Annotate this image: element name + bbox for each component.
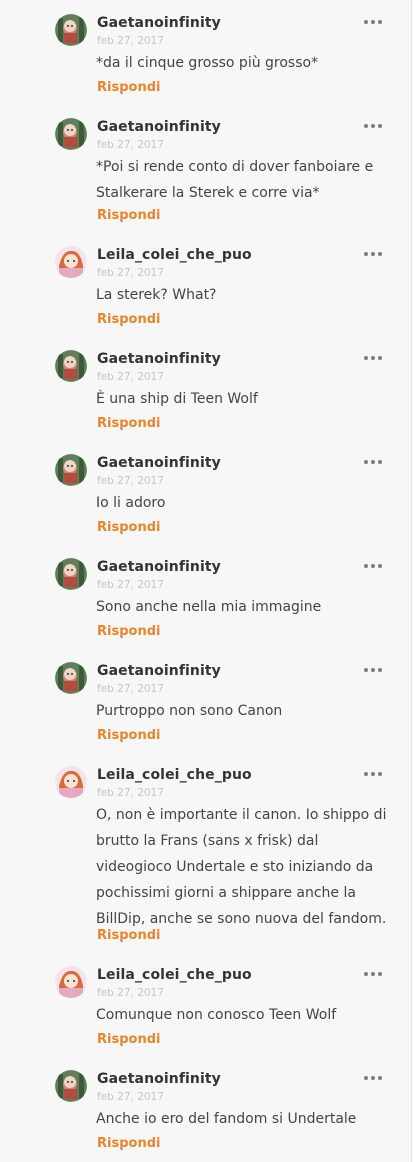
gaetano-avatar[interactable] — [55, 350, 87, 382]
leila-avatar[interactable] — [55, 766, 87, 798]
more-options-icon[interactable] — [364, 16, 382, 28]
comment-text: *da il cinque grosso più grosso* — [96, 55, 319, 71]
reply-button[interactable]: Rispondi — [97, 520, 160, 536]
author-name[interactable]: Gaetanoinfinity — [97, 118, 221, 136]
reply-button[interactable]: Rispondi — [97, 1032, 160, 1048]
reply-button[interactable]: Rispondi — [97, 728, 160, 744]
gaetano-avatar[interactable] — [55, 454, 87, 486]
comment-text: Io li adoro — [96, 495, 166, 511]
comment-text: La sterek? What? — [96, 287, 217, 303]
reply-button[interactable]: Rispondi — [97, 416, 160, 432]
reply-button[interactable]: Rispondi — [97, 80, 160, 96]
more-options-icon[interactable] — [364, 352, 382, 364]
comment-date: feb 27, 2017 — [97, 35, 164, 47]
more-options-icon[interactable] — [364, 560, 382, 572]
comment-text: È una ship di Teen Wolf — [96, 391, 258, 407]
gaetano-avatar[interactable] — [55, 118, 87, 150]
comment-date: feb 27, 2017 — [97, 267, 164, 279]
comment-date: feb 27, 2017 — [97, 683, 164, 695]
comment-date: feb 27, 2017 — [97, 475, 164, 487]
author-name[interactable]: Leila_colei_che_puo — [97, 766, 252, 784]
author-name[interactable]: Gaetanoinfinity — [97, 558, 221, 576]
author-name[interactable]: Gaetanoinfinity — [97, 350, 221, 368]
leila-avatar[interactable] — [55, 966, 87, 998]
comment-date: feb 27, 2017 — [97, 371, 164, 383]
author-name[interactable]: Gaetanoinfinity — [97, 1070, 221, 1088]
reply-button[interactable]: Rispondi — [97, 1136, 160, 1152]
gaetano-avatar[interactable] — [55, 662, 87, 694]
gaetano-avatar[interactable] — [55, 14, 87, 46]
comment-date: feb 27, 2017 — [97, 1091, 164, 1103]
comment-text: Comunque non conosco Teen Wolf — [96, 1007, 337, 1023]
leila-avatar[interactable] — [55, 246, 87, 278]
more-options-icon[interactable] — [364, 248, 382, 260]
reply-button[interactable]: Rispondi — [97, 208, 160, 224]
comment-date: feb 27, 2017 — [97, 139, 164, 151]
more-options-icon[interactable] — [364, 1072, 382, 1084]
author-name[interactable]: Gaetanoinfinity — [97, 14, 221, 32]
comment-text: O, non è importante il canon. Io shippo … — [96, 807, 387, 927]
comment-text: *Poi si rende conto di dover fanboiare e… — [96, 159, 374, 201]
gaetano-avatar[interactable] — [55, 558, 87, 590]
comment-text: Sono anche nella mia immagine — [96, 599, 322, 615]
more-options-icon[interactable] — [364, 664, 382, 676]
comment-text: Purtroppo non sono Canon — [96, 703, 283, 719]
more-options-icon[interactable] — [364, 456, 382, 468]
reply-button[interactable]: Rispondi — [97, 312, 160, 328]
comment-date: feb 27, 2017 — [97, 987, 164, 999]
more-options-icon[interactable] — [364, 120, 382, 132]
comment-thread: Gaetanoinfinity feb 27, 2017 *da il cinq… — [0, 0, 412, 1162]
author-name[interactable]: Gaetanoinfinity — [97, 662, 221, 680]
author-name[interactable]: Gaetanoinfinity — [97, 454, 221, 472]
reply-button[interactable]: Rispondi — [97, 624, 160, 640]
comment-date: feb 27, 2017 — [97, 787, 164, 799]
comment-date: feb 27, 2017 — [97, 579, 164, 591]
gaetano-avatar[interactable] — [55, 1070, 87, 1102]
reply-button[interactable]: Rispondi — [97, 928, 160, 944]
more-options-icon[interactable] — [364, 968, 382, 980]
author-name[interactable]: Leila_colei_che_puo — [97, 966, 252, 984]
author-name[interactable]: Leila_colei_che_puo — [97, 246, 252, 264]
more-options-icon[interactable] — [364, 768, 382, 780]
comment-text: Anche io ero del fandom si Undertale — [96, 1111, 357, 1127]
